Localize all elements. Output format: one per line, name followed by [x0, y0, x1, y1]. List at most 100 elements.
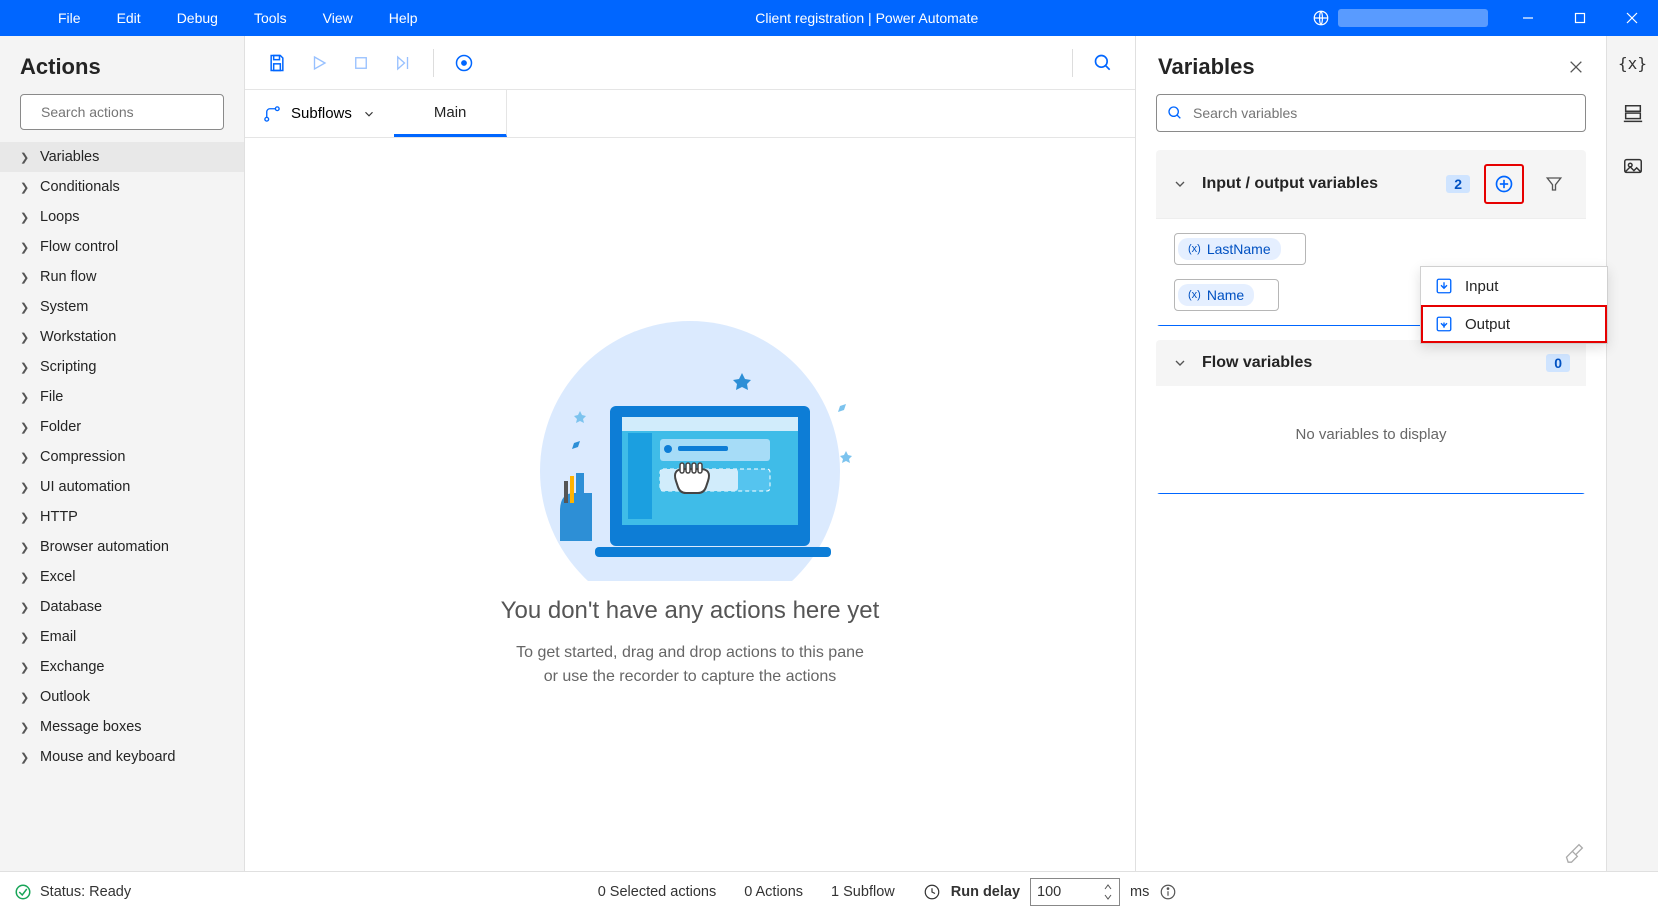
close-button[interactable] — [1606, 0, 1658, 36]
action-category[interactable]: ❯Exchange — [0, 652, 244, 682]
action-category[interactable]: ❯Message boxes — [0, 712, 244, 742]
chevron-right-icon: ❯ — [20, 451, 30, 464]
action-category[interactable]: ❯Outlook — [0, 682, 244, 712]
action-category[interactable]: ❯Email — [0, 622, 244, 652]
chevron-down-icon — [362, 107, 376, 121]
search-actions-input[interactable] — [41, 104, 222, 120]
menu-help[interactable]: Help — [371, 10, 436, 26]
right-rail: {x} — [1606, 36, 1658, 871]
chevron-right-icon: ❯ — [20, 271, 30, 284]
chevron-down-icon[interactable] — [1172, 176, 1188, 192]
menu-edit[interactable]: Edit — [99, 10, 159, 26]
action-category[interactable]: ❯Mouse and keyboard — [0, 742, 244, 772]
run-button[interactable] — [301, 45, 337, 81]
window-title: Client registration | Power Automate — [436, 10, 1298, 26]
rail-variables-icon[interactable]: {x} — [1618, 54, 1647, 73]
variables-header: Variables — [1158, 54, 1568, 80]
chevron-right-icon: ❯ — [20, 691, 30, 704]
statusbar: Status: Ready 0 Selected actions 0 Actio… — [0, 871, 1658, 911]
action-category[interactable]: ❯System — [0, 292, 244, 322]
spinner-icon[interactable] — [1103, 883, 1113, 901]
action-category[interactable]: ❯Loops — [0, 202, 244, 232]
add-variable-button[interactable] — [1488, 168, 1520, 200]
flow-variables-empty: No variables to display — [1156, 386, 1586, 493]
action-category[interactable]: ❯File — [0, 382, 244, 412]
flow-variables-group: Flow variables 0 No variables to display — [1156, 340, 1586, 494]
globe-icon — [1312, 9, 1330, 27]
toolbar — [245, 36, 1135, 90]
minimize-button[interactable] — [1502, 0, 1554, 36]
action-category[interactable]: ❯HTTP — [0, 502, 244, 532]
action-category[interactable]: ❯Conditionals — [0, 172, 244, 202]
action-category[interactable]: ❯Browser automation — [0, 532, 244, 562]
add-output-variable[interactable]: Output — [1421, 305, 1607, 343]
actions-list[interactable]: ❯Variables❯Conditionals❯Loops❯Flow contr… — [0, 142, 244, 871]
step-button[interactable] — [385, 45, 421, 81]
io-variables-count: 2 — [1446, 175, 1470, 193]
rail-ui-elements-icon[interactable] — [1622, 103, 1644, 125]
stop-button[interactable] — [343, 45, 379, 81]
environment-name-redacted — [1338, 9, 1488, 27]
chevron-right-icon: ❯ — [20, 361, 30, 374]
close-variables-button[interactable] — [1568, 59, 1584, 75]
selected-actions-count: 0 Selected actions — [598, 884, 717, 900]
chevron-right-icon: ❯ — [20, 391, 30, 404]
chevron-right-icon: ❯ — [20, 631, 30, 644]
menu-view[interactable]: View — [305, 10, 371, 26]
chevron-right-icon: ❯ — [20, 721, 30, 734]
menu-tools[interactable]: Tools — [236, 10, 305, 26]
search-actions[interactable] — [20, 94, 224, 130]
action-category[interactable]: ❯Scripting — [0, 352, 244, 382]
maximize-button[interactable] — [1554, 0, 1606, 36]
run-delay-input[interactable]: 100 — [1030, 878, 1120, 906]
tab-main[interactable]: Main — [394, 90, 508, 137]
action-category[interactable]: ❯Run flow — [0, 262, 244, 292]
run-delay-unit: ms — [1130, 884, 1149, 900]
clock-icon — [923, 883, 941, 901]
subflows-label: Subflows — [291, 105, 352, 122]
action-category[interactable]: ❯Variables — [0, 142, 244, 172]
add-variable-popup: Input Output — [1420, 266, 1608, 344]
subflow-bar: Subflows Main — [245, 90, 1135, 138]
variable-row[interactable]: (x)LastName — [1174, 233, 1568, 265]
add-input-variable[interactable]: Input — [1421, 267, 1607, 305]
status-ok-icon — [14, 883, 32, 901]
action-category[interactable]: ❯Workstation — [0, 322, 244, 352]
empty-description: To get started, drag and drop actions to… — [516, 641, 864, 689]
chevron-right-icon: ❯ — [20, 541, 30, 554]
chevron-right-icon: ❯ — [20, 331, 30, 344]
clear-variables-button[interactable] — [1564, 843, 1584, 863]
save-button[interactable] — [259, 45, 295, 81]
run-delay-label: Run delay — [951, 884, 1020, 900]
action-category[interactable]: ❯Flow control — [0, 232, 244, 262]
action-category[interactable]: ❯UI automation — [0, 472, 244, 502]
chevron-right-icon: ❯ — [20, 571, 30, 584]
action-category[interactable]: ❯Database — [0, 592, 244, 622]
menu-file[interactable]: File — [40, 10, 99, 26]
environment-badge[interactable] — [1298, 9, 1502, 27]
status-text: Status: Ready — [40, 884, 131, 900]
search-variables-input[interactable] — [1193, 105, 1575, 121]
chevron-down-icon[interactable] — [1172, 355, 1188, 371]
action-category[interactable]: ❯Compression — [0, 442, 244, 472]
canvas-search-button[interactable] — [1085, 45, 1121, 81]
action-category[interactable]: ❯Folder — [0, 412, 244, 442]
menu-debug[interactable]: Debug — [159, 10, 236, 26]
empty-heading: You don't have any actions here yet — [501, 597, 880, 625]
chevron-right-icon: ❯ — [20, 751, 30, 764]
search-variables[interactable] — [1156, 94, 1586, 132]
variables-panel: Variables Input / output variables 2 — [1136, 36, 1606, 871]
chevron-right-icon: ❯ — [20, 151, 30, 164]
chevron-right-icon: ❯ — [20, 661, 30, 674]
input-icon — [1435, 277, 1453, 295]
subflows-dropdown[interactable]: Subflows — [245, 90, 394, 137]
info-icon[interactable] — [1159, 883, 1177, 901]
rail-images-icon[interactable] — [1622, 155, 1644, 177]
actions-header: Actions — [0, 36, 244, 94]
actions-panel: Actions ❯Variables❯Conditionals❯Loops❯Fl… — [0, 36, 245, 871]
filter-variables-button[interactable] — [1538, 168, 1570, 200]
actions-count: 0 Actions — [744, 884, 803, 900]
chevron-right-icon: ❯ — [20, 301, 30, 314]
action-category[interactable]: ❯Excel — [0, 562, 244, 592]
recorder-button[interactable] — [446, 45, 482, 81]
